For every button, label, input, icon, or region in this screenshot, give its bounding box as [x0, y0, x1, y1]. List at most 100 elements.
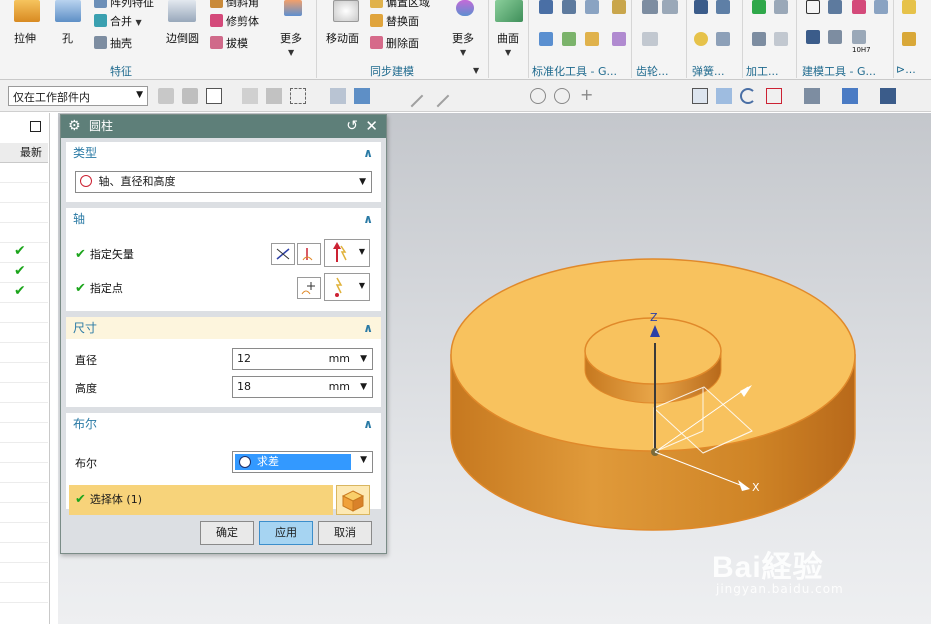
cylinder-type-dropdown[interactable]: 轴、直径和高度 ▼ [75, 171, 372, 193]
navigator-row[interactable] [0, 563, 48, 583]
vector-inference-dropdown[interactable]: ▼ [324, 239, 370, 267]
snap-icon[interactable] [182, 88, 198, 104]
plus-snap-icon[interactable]: + [580, 87, 596, 104]
close-icon[interactable]: ✕ [365, 115, 378, 138]
navigator-row[interactable] [0, 363, 48, 383]
circle-snap-icon[interactable] [554, 88, 570, 104]
navigator-row[interactable] [0, 503, 48, 523]
surface-button[interactable]: 曲面 [497, 30, 519, 46]
type-section-header[interactable]: 类型 ∧ [66, 142, 381, 164]
navigator-row[interactable] [0, 183, 48, 203]
selection-scope-dropdown[interactable]: 仅在工作部件内 ▼ [8, 86, 148, 106]
line-snap-icon[interactable] [400, 84, 424, 108]
chevron-down-icon[interactable]: ▼ [360, 349, 367, 369]
navigator-row[interactable] [0, 483, 48, 503]
gear-tool-icon[interactable] [642, 32, 658, 46]
vector-dialog-button[interactable] [297, 243, 321, 265]
refresh-icon[interactable] [740, 88, 756, 104]
boss-top-face[interactable] [584, 317, 722, 385]
reset-icon[interactable]: ↺ [346, 115, 358, 138]
display-icon[interactable] [880, 88, 896, 104]
shell-button[interactable]: 抽壳 [94, 35, 132, 51]
navigator-row[interactable] [0, 383, 48, 403]
gear-tool-icon[interactable] [662, 0, 678, 14]
collapse-icon[interactable]: ∧ [363, 208, 373, 230]
navigator-row[interactable]: ✔ [0, 243, 48, 263]
navigator-row[interactable] [0, 403, 48, 423]
chamfer-button[interactable]: 倒斜角 [210, 0, 259, 10]
delete-face-button[interactable]: 删除面 [370, 35, 419, 51]
extra-tool-icon[interactable] [902, 0, 916, 14]
collapse-icon[interactable]: ∧ [363, 142, 373, 164]
navigator-row[interactable] [0, 303, 48, 323]
point-dialog-button[interactable] [297, 277, 321, 299]
modeling-tool-icon[interactable] [874, 0, 888, 14]
snap-icon[interactable] [266, 88, 282, 104]
tool-icon[interactable] [612, 0, 626, 14]
draft-button[interactable]: 拔模 [210, 35, 248, 51]
modeling-tool-icon[interactable] [828, 30, 842, 44]
triangle-icon[interactable] [806, 0, 820, 14]
render-style-icon[interactable] [716, 88, 732, 104]
navigator-row[interactable] [0, 203, 48, 223]
point-snap-icon[interactable] [380, 88, 396, 104]
filter-icon[interactable] [206, 88, 222, 104]
select-body-button[interactable] [336, 485, 370, 515]
tool-icon[interactable] [585, 0, 599, 14]
more-sync-icon[interactable] [456, 0, 474, 16]
navigator-row[interactable] [0, 163, 48, 183]
move-face-icon[interactable] [333, 0, 359, 22]
cancel-button[interactable]: 取消 [318, 521, 372, 545]
tool-icon[interactable] [585, 32, 599, 46]
navigator-row[interactable] [0, 523, 48, 543]
snap-icon[interactable] [242, 88, 258, 104]
navigator-row[interactable] [0, 323, 48, 343]
maximize-icon[interactable] [30, 121, 41, 132]
select-body-row[interactable]: ✔ 选择体 (1) [69, 485, 333, 515]
more-features-icon[interactable] [284, 0, 302, 16]
modeling-tool-icon[interactable] [852, 0, 866, 14]
spring-tool-icon[interactable] [694, 0, 708, 14]
boolean-dropdown[interactable]: 求差 ▼ [232, 451, 373, 473]
line-snap-icon[interactable] [426, 84, 450, 108]
spring-tool-icon[interactable] [716, 0, 730, 14]
hole-icon[interactable] [55, 0, 81, 22]
machining-tool-icon[interactable] [774, 32, 788, 46]
navigator-row[interactable] [0, 223, 48, 243]
sync-group-expand-icon[interactable]: ▼ [473, 66, 479, 75]
navigator-row[interactable]: ✔ [0, 263, 48, 283]
navigator-column-latest[interactable]: 最新 [0, 143, 48, 163]
edge-blend-button[interactable]: 边倒圆 [166, 30, 199, 46]
axis-section-header[interactable]: 轴 ∧ [66, 208, 381, 230]
spring-tool-icon[interactable] [694, 32, 708, 46]
view-icon[interactable] [804, 88, 820, 104]
modeling-tool-icon[interactable] [852, 30, 866, 44]
tool-icon[interactable] [612, 32, 626, 46]
boolean-section-header[interactable]: 布尔 ∧ [66, 413, 381, 435]
diameter-field[interactable]: 12 mm ▼ [232, 348, 373, 370]
trim-body-button[interactable]: 修剪体 [210, 13, 259, 29]
more-sync-dropdown-icon[interactable]: ▼ [460, 48, 466, 57]
dimension-section-header[interactable]: 尺寸 ∧ [66, 317, 381, 339]
navigator-row[interactable] [0, 343, 48, 363]
dialog-title-bar[interactable]: ⚙ 圆柱 ↺ ✕ [61, 115, 386, 138]
navigator-row[interactable]: ✔ [0, 283, 48, 303]
layer-icon[interactable] [766, 88, 782, 104]
surface-icon[interactable] [495, 0, 523, 22]
reverse-direction-button[interactable] [271, 243, 295, 265]
tool-icon[interactable] [562, 32, 576, 46]
replace-face-button[interactable]: 替换面 [370, 13, 419, 29]
more-features-dropdown-icon[interactable]: ▼ [288, 48, 294, 57]
modeling-tool-icon[interactable] [806, 30, 820, 44]
render-style-icon[interactable] [692, 88, 708, 104]
tool-icon[interactable] [562, 0, 576, 14]
navigator-row[interactable] [0, 423, 48, 443]
offset-region-button[interactable]: 偏置区域 [370, 0, 430, 10]
move-face-button[interactable]: 移动面 [326, 30, 359, 46]
ok-button[interactable]: 确定 [200, 521, 254, 545]
more-features-button[interactable]: 更多 [280, 30, 302, 46]
spring-tool-icon[interactable] [716, 32, 730, 46]
machining-tool-icon[interactable] [774, 0, 788, 14]
pattern-feature-button[interactable]: 阵列特征 [94, 0, 154, 10]
height-field[interactable]: 18 mm ▼ [232, 376, 373, 398]
